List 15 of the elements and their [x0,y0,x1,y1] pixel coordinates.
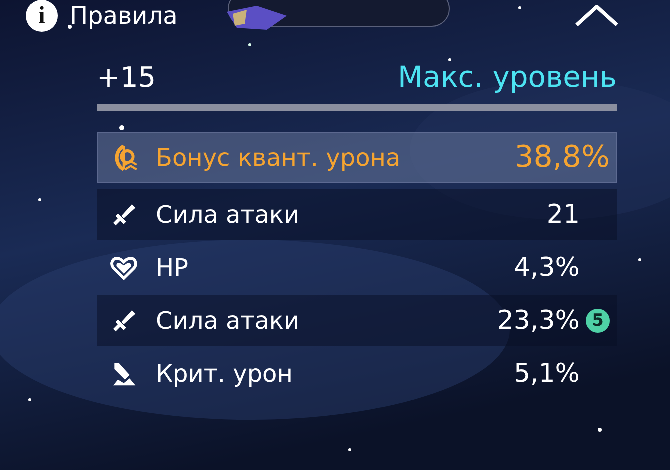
stat-name: Сила атаки [156,200,301,228]
stat-value: 38,8% [514,140,610,175]
close-icon[interactable] [574,5,620,27]
stat-value: 21 [546,200,580,230]
max-level-label: Макс. уровень [398,60,617,94]
stat-value: 5,1% [514,358,580,388]
crystal-icon [226,6,287,30]
rules-link[interactable]: Правила [70,2,178,30]
level-label: +15 [97,61,156,94]
stat-name: Сила атаки [156,306,301,334]
stat-name: Крит. урон [156,360,294,388]
stat-value: 4,3% [514,252,580,282]
stat-value: 23,3% [497,306,580,336]
stat-name: Бонус квант. урона [156,144,402,172]
stat-name: HP [156,254,190,282]
